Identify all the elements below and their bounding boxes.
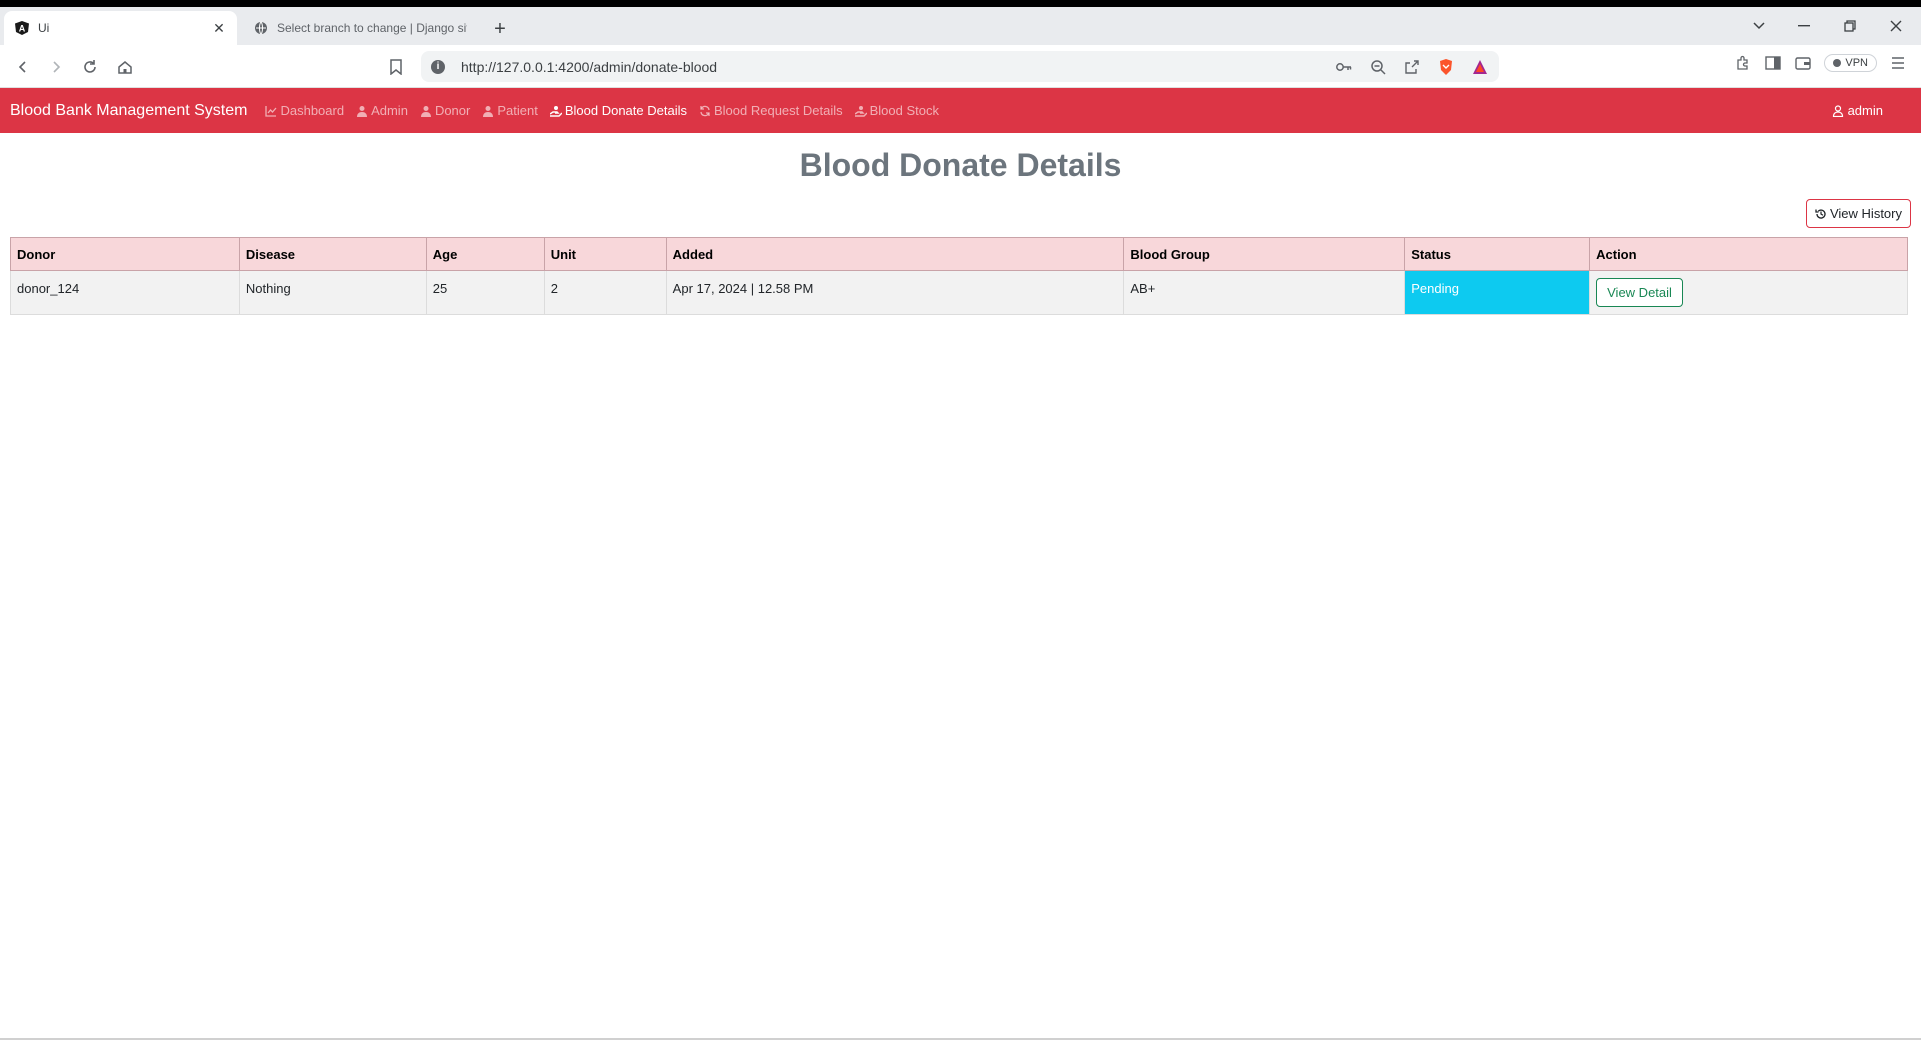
donations-table: Donor Disease Age Unit Added Blood Group… (10, 237, 1908, 315)
page-toolbar: View History (10, 199, 1911, 228)
cell-unit: 2 (543, 270, 667, 315)
svg-text:A: A (19, 24, 26, 34)
menu-icon[interactable] (1889, 54, 1907, 72)
site-info-icon[interactable]: i (431, 59, 445, 74)
reload-icon[interactable] (77, 54, 103, 80)
view-detail-button[interactable]: View Detail (1596, 278, 1683, 307)
extensions-icon[interactable] (1734, 54, 1752, 72)
close-window-icon[interactable] (1876, 13, 1916, 39)
wallet-icon[interactable] (1794, 54, 1812, 72)
view-history-button[interactable]: View History (1805, 199, 1911, 228)
key-icon[interactable] (1335, 58, 1353, 76)
zoom-out-icon[interactable] (1369, 58, 1387, 76)
nav-user-label: admin (1847, 103, 1883, 118)
user-icon (420, 105, 431, 117)
nav-blood-donate-details-label: Blood Donate Details (564, 103, 687, 118)
column-header-unit: Unit (543, 237, 667, 271)
globe-icon (253, 20, 269, 36)
app-navbar: Blood Bank Management System Dashboard A… (0, 88, 1921, 133)
minimize-icon[interactable] (1784, 13, 1824, 39)
sync-icon (700, 105, 710, 116)
restore-icon[interactable] (1830, 13, 1870, 39)
url-text[interactable]: http://127.0.0.1:4200/admin/donate-blood (461, 59, 1335, 75)
forward-icon[interactable] (43, 54, 69, 80)
share-icon[interactable] (1403, 58, 1421, 76)
column-header-blood-group: Blood Group (1123, 237, 1406, 271)
cell-blood-group: AB+ (1123, 270, 1406, 315)
browser-tab-strip: A Ui ✕ Select branch to change | Django … (0, 7, 1921, 45)
nav-blood-request-details-label: Blood Request Details (713, 103, 843, 118)
brave-rewards-icon[interactable] (1471, 58, 1489, 76)
column-header-disease: Disease (238, 237, 427, 271)
nav-admin[interactable]: Admin (356, 103, 408, 118)
nav-user-menu[interactable]: admin (1832, 103, 1883, 118)
tab-title: Select branch to change | Django site (277, 21, 467, 35)
nav-blood-donate-details[interactable]: Blood Donate Details (549, 103, 687, 118)
cell-donor: donor_124 (10, 270, 240, 315)
main-content: Blood Donate Details View History Donor … (0, 147, 1921, 315)
cell-action: View Detail (1589, 270, 1908, 315)
cell-age: 25 (425, 270, 545, 315)
column-header-age: Age (425, 237, 545, 271)
view-history-label: View History (1829, 206, 1902, 221)
new-tab-plus-icon[interactable]: + (488, 17, 512, 41)
nav-blood-request-details[interactable]: Blood Request Details (699, 103, 843, 118)
vpn-button[interactable]: VPN (1824, 54, 1877, 72)
nav-links: Dashboard Admin Donor Patient Blood Dona… (265, 103, 939, 118)
column-header-status: Status (1404, 237, 1591, 271)
nav-dashboard[interactable]: Dashboard (265, 103, 344, 118)
page-title: Blood Donate Details (799, 147, 1122, 183)
vpn-status-icon (1833, 59, 1842, 67)
close-tab-icon[interactable]: ✕ (211, 20, 227, 36)
chart-line-icon (265, 105, 277, 117)
cell-added: Apr 17, 2024 | 12.58 PM (665, 270, 1125, 315)
nav-patient-label: Patient (497, 103, 538, 118)
address-bar[interactable]: i http://127.0.0.1:4200/admin/donate-blo… (421, 51, 1499, 82)
back-icon[interactable] (10, 54, 36, 80)
sidebar-icon[interactable] (1764, 54, 1782, 72)
vpn-label: VPN (1845, 57, 1868, 69)
column-header-donor: Donor (10, 237, 240, 271)
column-header-added: Added (665, 237, 1125, 271)
nav-donor[interactable]: Donor (420, 103, 470, 118)
cell-disease: Nothing (238, 270, 427, 315)
tab-search-chevron-icon[interactable] (1739, 13, 1779, 39)
user-icon (1832, 104, 1843, 117)
nav-dashboard-label: Dashboard (280, 103, 345, 118)
hand-holding-icon (854, 105, 867, 117)
brand-title[interactable]: Blood Bank Management System (10, 102, 247, 120)
home-icon[interactable] (112, 54, 138, 80)
hand-holding-icon (549, 105, 562, 117)
table-row: donor_124 Nothing 25 2 Apr 17, 2024 | 12… (10, 270, 1908, 315)
window-top-border (0, 0, 1921, 7)
browser-tab-inactive[interactable]: Select branch to change | Django site (245, 11, 475, 45)
nav-donor-label: Donor (434, 103, 471, 118)
status-badge: Pending (1404, 270, 1591, 315)
brave-shield-icon[interactable] (1437, 58, 1455, 76)
nav-blood-stock[interactable]: Blood Stock (854, 103, 939, 118)
table-header-row: Donor Disease Age Unit Added Blood Group… (10, 237, 1908, 271)
tab-title: Ui (38, 21, 50, 35)
history-icon (1815, 208, 1826, 219)
user-icon (357, 105, 368, 117)
nav-admin-label: Admin (371, 103, 408, 118)
nav-patient[interactable]: Patient (482, 103, 538, 118)
column-header-action: Action (1589, 237, 1908, 271)
browser-tab-active[interactable]: A Ui ✕ (4, 11, 237, 45)
browser-toolbar: i http://127.0.0.1:4200/admin/donate-blo… (0, 45, 1921, 88)
bookmark-icon[interactable] (383, 54, 409, 80)
angular-icon: A (14, 20, 30, 36)
nav-blood-stock-label: Blood Stock (869, 103, 939, 118)
user-icon (483, 105, 494, 117)
